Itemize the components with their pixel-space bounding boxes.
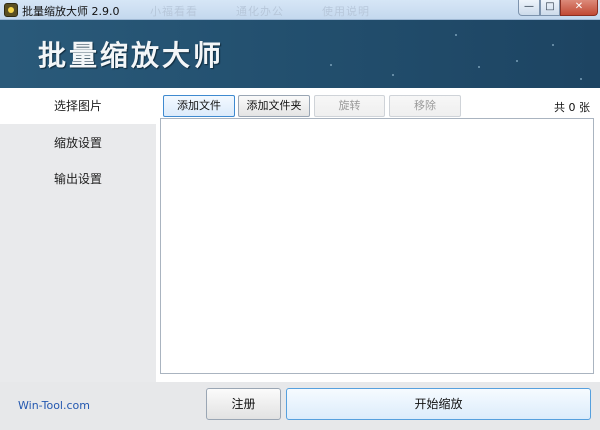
close-button[interactable]: ✕	[560, 0, 598, 16]
rotate-button[interactable]: 旋转	[314, 95, 385, 117]
title-menu-item[interactable]: 通化办公	[236, 3, 284, 19]
image-list[interactable]	[160, 118, 594, 374]
title-menu-item[interactable]: 使用说明	[322, 3, 370, 19]
sidebar: 选择图片 缩放设置 输出设置	[0, 88, 156, 382]
image-count: 共 0 张	[554, 101, 590, 114]
sidebar-item-output-settings[interactable]: 输出设置	[0, 161, 156, 197]
sidebar-item-scale-settings[interactable]: 缩放设置	[0, 125, 156, 161]
add-folder-button[interactable]: 添加文件夹	[238, 95, 310, 117]
banner: 批量缩放大师	[0, 20, 600, 88]
start-scaling-button[interactable]: 开始缩放	[286, 388, 591, 420]
sidebar-item-select-images[interactable]: 选择图片	[0, 88, 156, 124]
title-bar: 批量缩放大师 2.9.0 小福看看 通化办公 使用说明 — □ ✕	[0, 0, 600, 20]
title-menu-item[interactable]: 小福看看	[150, 3, 198, 19]
remove-button[interactable]: 移除	[389, 95, 461, 117]
maximize-button[interactable]: □	[540, 0, 560, 16]
add-file-button[interactable]: 添加文件	[163, 95, 235, 117]
minimize-button[interactable]: —	[518, 0, 540, 16]
window-title: 批量缩放大师 2.9.0	[22, 5, 120, 18]
main-panel: 添加文件 添加文件夹 旋转 移除 共 0 张	[156, 88, 600, 382]
app-icon	[4, 3, 18, 17]
banner-title: 批量缩放大师	[38, 39, 225, 72]
register-button[interactable]: 注册	[206, 388, 281, 420]
title-menu: 小福看看 通化办公 使用说明	[150, 3, 370, 19]
website-link[interactable]: Win-Tool.com	[18, 399, 90, 412]
footer: Win-Tool.com 注册 开始缩放	[0, 382, 600, 430]
